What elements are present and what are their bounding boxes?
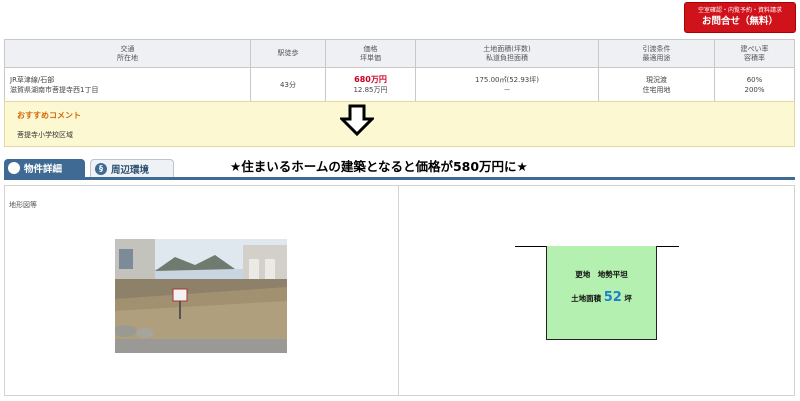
- cell-transport-address: JR草津線/石部 滋賀県湖南市菩提寺西1丁目: [4, 67, 251, 102]
- transport-text: JR草津線/石部: [10, 75, 55, 84]
- header-delivery: 引渡条件 最適用途: [598, 39, 715, 68]
- delivery-text: 現況渡: [646, 75, 667, 84]
- tab-underline: [4, 177, 795, 180]
- tab-property-details[interactable]: 物件詳細: [4, 159, 85, 177]
- usage-text: 住宅用地: [642, 85, 671, 94]
- recommend-title: おすすめコメント: [17, 111, 81, 120]
- private-road-text: －: [503, 85, 511, 94]
- floor-ratio-text: 200%: [744, 85, 765, 94]
- details-icon: [8, 162, 20, 174]
- plan-description: 更地 地勢平坦: [575, 270, 628, 279]
- unit-price-text: 12.85万円: [353, 85, 388, 94]
- cell-price: 680万円 12.85万円: [325, 67, 416, 102]
- plan-area: 土地面積 52 坪: [571, 290, 632, 305]
- site-plan-plot: 更地 地勢平坦 土地面積 52 坪: [546, 246, 657, 340]
- price-headline: ★住まいるホームの建築となると価格が580万円に★: [230, 159, 528, 174]
- inquiry-subtext: 空室確認・内覧予約・資料請求: [697, 7, 782, 14]
- coverage-text: 60%: [746, 75, 763, 84]
- location-icon: §: [95, 162, 107, 175]
- down-arrow-icon: [340, 104, 374, 136]
- plan-area-value: 52: [603, 290, 622, 305]
- header-walk: 駅徒歩: [250, 39, 326, 68]
- header-transport-address: 交通 所在地: [4, 39, 251, 68]
- inquiry-label: お問合せ（無料）: [701, 16, 778, 27]
- table-header-row: 交通 所在地 駅徒歩 価格 坪単価 土地面積(坪数) 私道負担面積 引渡条件 最…: [4, 39, 795, 68]
- land-area-text: 175.00㎡(52.93坪): [475, 75, 539, 84]
- cell-land-area: 175.00㎡(52.93坪) －: [415, 67, 599, 102]
- table-row: JR草津線/石部 滋賀県湖南市菩提寺西1丁目 43分 680万円 12.85万円…: [4, 67, 795, 102]
- lot-photo: [115, 239, 287, 353]
- cell-coverage: 60% 200%: [714, 67, 795, 102]
- tab-surroundings[interactable]: § 周辺環境: [90, 159, 174, 177]
- price-text: 680万円: [354, 74, 387, 84]
- header-land-area: 土地面積(坪数) 私道負担面積: [415, 39, 599, 68]
- cell-walk: 43分: [250, 67, 326, 102]
- header-price: 価格 坪単価: [325, 39, 416, 68]
- address-text: 滋賀県湖南市菩提寺西1丁目: [10, 85, 99, 94]
- cell-delivery: 現況渡 住宅用地: [598, 67, 715, 102]
- panel-label: 地形図等: [9, 201, 37, 209]
- inquiry-button[interactable]: 空室確認・内覧予約・資料請求 お問合せ（無料）: [684, 2, 796, 33]
- property-info-table: 交通 所在地 駅徒歩 価格 坪単価 土地面積(坪数) 私道負担面積 引渡条件 最…: [4, 39, 795, 102]
- recommend-comment-box: おすすめコメント 菩提寺小学校区域: [4, 101, 795, 147]
- recommend-body: 菩提寺小学校区域: [17, 131, 73, 139]
- header-coverage: 建ぺい率 容積率: [714, 39, 795, 68]
